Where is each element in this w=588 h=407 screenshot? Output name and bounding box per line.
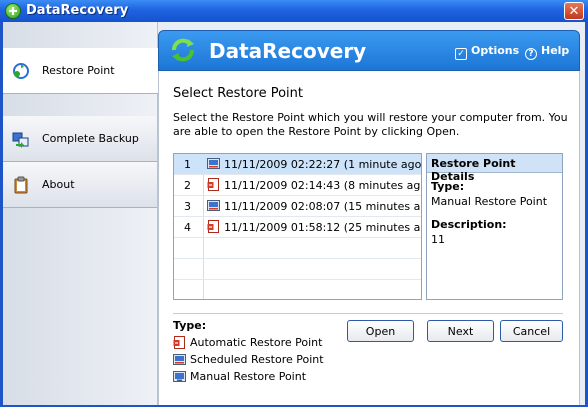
scheduled-restore-point-icon	[173, 354, 186, 365]
help-link[interactable]: ? Help	[525, 44, 569, 60]
automatic-restore-point-icon	[207, 220, 219, 233]
row-number: 2	[184, 179, 191, 192]
close-button[interactable]: ✕	[564, 2, 584, 20]
sidebar-item-restore-point[interactable]: Restore Point	[0, 48, 158, 94]
restore-point-details: Restore Point Details Type: Manual Resto…	[426, 153, 563, 300]
window-left-border	[0, 22, 3, 407]
sidebar-item-label: About	[42, 178, 75, 191]
sidebar: Restore Point Complete Backup About	[0, 22, 158, 407]
scheduled-restore-point-icon	[207, 158, 220, 169]
sidebar-item-about[interactable]: About	[0, 162, 157, 208]
page-description: Select the Restore Point which you will …	[173, 111, 568, 138]
sidebar-item-label: Restore Point	[42, 64, 115, 77]
datarecovery-window: DataRecovery ✕ Restore Point Complete Ba…	[0, 0, 588, 407]
row-text: 11/11/2009 02:14:43 (8 minutes ago)	[224, 179, 422, 192]
empty-row	[174, 238, 421, 259]
legend-item-manual: Manual Restore Point	[173, 370, 306, 383]
details-description-label: Description:	[431, 218, 507, 231]
row-text: 11/11/2009 02:22:27 (1 minute ago)	[224, 158, 422, 171]
legend-label: Scheduled Restore Point	[190, 353, 324, 366]
help-label: Help	[541, 44, 570, 57]
refresh-arrows-logo-icon	[172, 38, 194, 62]
legend-label: Automatic Restore Point	[190, 336, 323, 349]
legend-item-scheduled: Scheduled Restore Point	[173, 353, 324, 366]
options-label: Options	[471, 44, 520, 57]
restore-point-row[interactable]: 4 11/11/2009 01:58:12 (25 minutes ago)	[174, 217, 421, 238]
scheduled-restore-point-icon	[207, 200, 220, 211]
header-banner: DataRecovery ✓ Options ? Help	[158, 30, 580, 71]
brand-title: DataRecovery	[209, 39, 367, 63]
restore-point-icon	[13, 63, 29, 79]
row-number: 1	[184, 158, 191, 171]
open-button[interactable]: Open	[347, 320, 414, 342]
complete-backup-icon	[12, 132, 29, 148]
sidebar-item-complete-backup[interactable]: Complete Backup	[0, 116, 157, 162]
help-icon: ?	[525, 48, 537, 60]
checkbox-icon: ✓	[455, 48, 467, 60]
legend-label: Manual Restore Point	[190, 370, 307, 383]
restore-point-row[interactable]: 3 11/11/2009 02:08:07 (15 minutes ago)	[174, 196, 421, 217]
title-bar[interactable]: DataRecovery ✕	[0, 0, 588, 22]
cancel-button[interactable]: Cancel	[500, 320, 563, 342]
automatic-restore-point-icon	[173, 336, 185, 349]
restore-point-list[interactable]: 1 11/11/2009 02:22:27 (1 minute ago) 2 1…	[173, 153, 422, 300]
restore-point-row[interactable]: 2 11/11/2009 02:14:43 (8 minutes ago)	[174, 175, 421, 196]
empty-row	[174, 280, 421, 299]
window-title: DataRecovery	[26, 3, 129, 18]
details-type-label: Type:	[431, 180, 465, 193]
details-header: Restore Point Details	[427, 154, 562, 183]
restore-point-row[interactable]: 1 11/11/2009 02:22:27 (1 minute ago)	[174, 154, 421, 175]
automatic-restore-point-icon	[207, 178, 219, 191]
manual-restore-point-icon	[173, 371, 186, 382]
row-text: 11/11/2009 02:08:07 (15 minutes ago)	[224, 200, 422, 213]
page-title: Select Restore Point	[173, 86, 303, 101]
about-clipboard-icon	[14, 176, 28, 194]
row-number: 3	[184, 200, 191, 213]
details-description-value: 11	[431, 233, 445, 246]
legend-item-automatic: Automatic Restore Point	[173, 336, 322, 349]
main-content: Select Restore Point Select the Restore …	[158, 71, 580, 407]
details-type-value: Manual Restore Point	[431, 195, 548, 208]
row-number: 4	[184, 221, 191, 234]
next-button[interactable]: Next	[427, 320, 494, 342]
legend-title: Type:	[173, 319, 207, 332]
empty-row	[174, 259, 421, 280]
app-plus-icon	[5, 3, 21, 19]
options-link[interactable]: ✓ Options	[455, 44, 519, 60]
row-text: 11/11/2009 01:58:12 (25 minutes ago)	[224, 221, 422, 234]
footer-divider	[173, 313, 563, 314]
sidebar-item-label: Complete Backup	[42, 132, 139, 145]
